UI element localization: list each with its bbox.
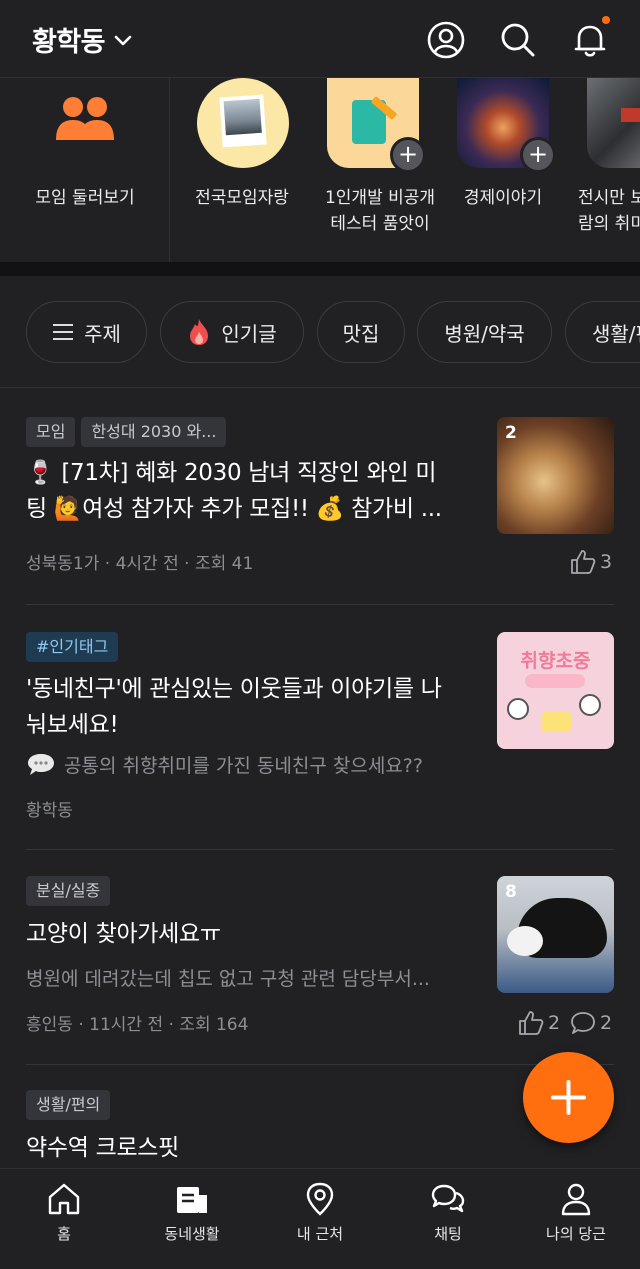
nav-label: 홈	[57, 1225, 71, 1243]
chevron-down-icon	[114, 35, 132, 45]
post-title-line: 눠보세요!	[26, 712, 119, 738]
group-browse-all[interactable]: 모임 둘러보기	[0, 78, 170, 262]
post-subtitle-row: 공통의 취향취미를 가진 동네친구 찾으세요??	[26, 751, 423, 778]
post-title-line: '동네친구'에 관심있는 이웃들과 이야기를 나	[26, 676, 442, 702]
group-label: 전국모임자랑	[195, 188, 289, 208]
group-label: 1인개발 비공개 테스터 품앗이	[324, 188, 436, 234]
polaroid-image	[219, 94, 267, 148]
post-title: '동네친구'에 관심있는 이웃들과 이야기를 나 눠보세요!	[26, 671, 486, 743]
section-divider	[0, 262, 640, 276]
post-tags: #인기태그	[26, 632, 119, 662]
person-icon	[561, 1183, 591, 1216]
nav-nearby[interactable]: 내 근처	[256, 1181, 384, 1244]
group-thumbnail	[197, 78, 289, 168]
post-tag: #인기태그	[26, 632, 119, 662]
nav-label: 내 근처	[296, 1225, 344, 1243]
location-pin-icon	[306, 1182, 334, 1216]
join-plus-icon[interactable]: +	[390, 137, 426, 173]
people-icon	[56, 97, 114, 140]
post-subtitle: 공통의 취향취미를 가진 동네친구 찾으세요??	[64, 755, 423, 777]
post-title-line: 팅 🙋여성 참가자 추가 모집!! 💰 참가비 ...	[26, 496, 442, 522]
post-title-line: 🍷 [71차] 혜화 2030 남녀 직장인 와인 미	[26, 460, 437, 486]
search-icon[interactable]	[498, 20, 538, 60]
image-count: 8	[505, 882, 517, 902]
chip-topic[interactable]: 주제	[26, 301, 147, 363]
category-chips: 주제 인기글 맛집 병원/약국 생활/편의	[0, 276, 640, 388]
post-thumbnail: 2	[497, 417, 614, 534]
profile-icon[interactable]	[426, 20, 466, 60]
post-tag: 모임	[26, 417, 76, 447]
chip-label: 인기글	[221, 321, 277, 346]
post-tag: 생활/편의	[26, 1090, 111, 1120]
nav-chat[interactable]: 채팅	[384, 1181, 512, 1244]
nav-neighborhood-life[interactable]: 동네생활	[128, 1181, 256, 1244]
post-meta: 황학동	[26, 801, 73, 821]
speech-bubble-icon	[28, 753, 54, 775]
chip-living-convenience[interactable]: 생활/편의	[565, 301, 640, 363]
join-plus-icon[interactable]: +	[520, 137, 556, 173]
post-tags: 분실/실종	[26, 876, 111, 906]
community-board-icon	[177, 1187, 207, 1213]
post-title: 🍷 [71차] 혜화 2030 남녀 직장인 와인 미 팅 🙋여성 참가자 추가…	[26, 455, 486, 527]
chip-popular[interactable]: 인기글	[160, 301, 304, 363]
group-label: 전시만 보 람의 취미	[578, 188, 640, 234]
post-subtitle: 병원에 데려갔는데 칩도 없고 구청 관련 담당부서...	[26, 968, 430, 990]
group-label: 모임 둘러보기	[35, 188, 135, 208]
comment-count: 2	[570, 1010, 612, 1036]
fire-icon	[190, 319, 209, 345]
thumbs-up-icon	[571, 550, 596, 574]
chip-label: 생활/편의	[592, 321, 640, 346]
thumbs-up-icon	[519, 1011, 544, 1035]
post-title: 약수역 크로스핏	[26, 1135, 180, 1161]
post-tags: 모임 한성대 2030 와...	[26, 417, 227, 447]
nav-my-profile[interactable]: 나의 당근	[512, 1181, 640, 1244]
top-header: 황학동	[0, 0, 640, 78]
nav-home[interactable]: 홈	[0, 1181, 128, 1244]
nav-label: 나의 당근	[546, 1225, 606, 1243]
group-item[interactable]: + 경제이야기	[448, 78, 558, 262]
bottom-navigation: 홈 동네생활 내 근처 채팅 나의 당근	[0, 1168, 640, 1269]
chat-icon	[431, 1184, 465, 1213]
like-count: 3	[570, 549, 612, 575]
chip-hospital-pharmacy[interactable]: 병원/약국	[417, 301, 552, 363]
plus-icon	[551, 1080, 586, 1115]
group-item[interactable]: + 1인개발 비공개 테스터 품앗이	[312, 78, 448, 262]
chip-label: 맛집	[342, 321, 380, 346]
group-item[interactable]: 전국모임자랑	[180, 78, 304, 262]
post-meta: 흥인동 · 11시간 전 · 조회 164	[26, 1015, 249, 1035]
nav-label: 동네생활	[164, 1225, 220, 1243]
location-selector[interactable]: 황학동	[32, 20, 133, 59]
menu-icon	[53, 324, 74, 340]
post-card[interactable]: #인기태그 '동네친구'에 관심있는 이웃들과 이야기를 나 눠보세요! 공통의…	[0, 605, 640, 849]
thumbnail-title: 취향초중	[520, 650, 591, 672]
post-meta: 성북동1가 · 4시간 전 · 조회 41	[26, 554, 254, 574]
chip-label: 주제	[84, 321, 121, 346]
comment-icon	[571, 1012, 595, 1034]
post-tags: 생활/편의	[26, 1090, 111, 1120]
image-count: 2	[505, 423, 517, 443]
notification-badge	[602, 16, 610, 24]
group-item[interactable]: 전시만 보 람의 취미	[570, 78, 640, 262]
write-post-button[interactable]	[523, 1052, 614, 1143]
post-tag: 한성대 2030 와...	[81, 417, 227, 447]
chip-restaurants[interactable]: 맛집	[317, 301, 405, 363]
location-label: 황학동	[32, 27, 106, 58]
post-card[interactable]: 모임 한성대 2030 와... 🍷 [71차] 혜화 2030 남녀 직장인 …	[0, 389, 640, 604]
like-count: 2	[518, 1010, 560, 1036]
group-carousel[interactable]: 모임 둘러보기 전국모임자랑 + 1인개발 비공개 테스터 품앗이 + 경제이야…	[0, 78, 640, 262]
chip-label: 병원/약국	[444, 321, 525, 346]
post-title: 고양이 찾아가세요ㅠ	[26, 921, 221, 947]
group-label: 경제이야기	[463, 188, 543, 208]
post-card[interactable]: 분실/실종 고양이 찾아가세요ㅠ 병원에 데려갔는데 칩도 없고 구청 관련 담…	[0, 850, 640, 1064]
post-thumbnail: 8	[497, 876, 614, 993]
post-thumbnail: 취향초중	[497, 632, 614, 749]
like-number: 2	[548, 1012, 561, 1034]
group-thumbnail	[587, 78, 640, 168]
home-icon	[48, 1183, 80, 1215]
like-number: 3	[600, 551, 613, 573]
post-tag: 분실/실종	[26, 876, 111, 906]
comment-number: 2	[600, 1012, 613, 1034]
bell-icon[interactable]	[570, 20, 610, 60]
nav-label: 채팅	[434, 1225, 462, 1243]
